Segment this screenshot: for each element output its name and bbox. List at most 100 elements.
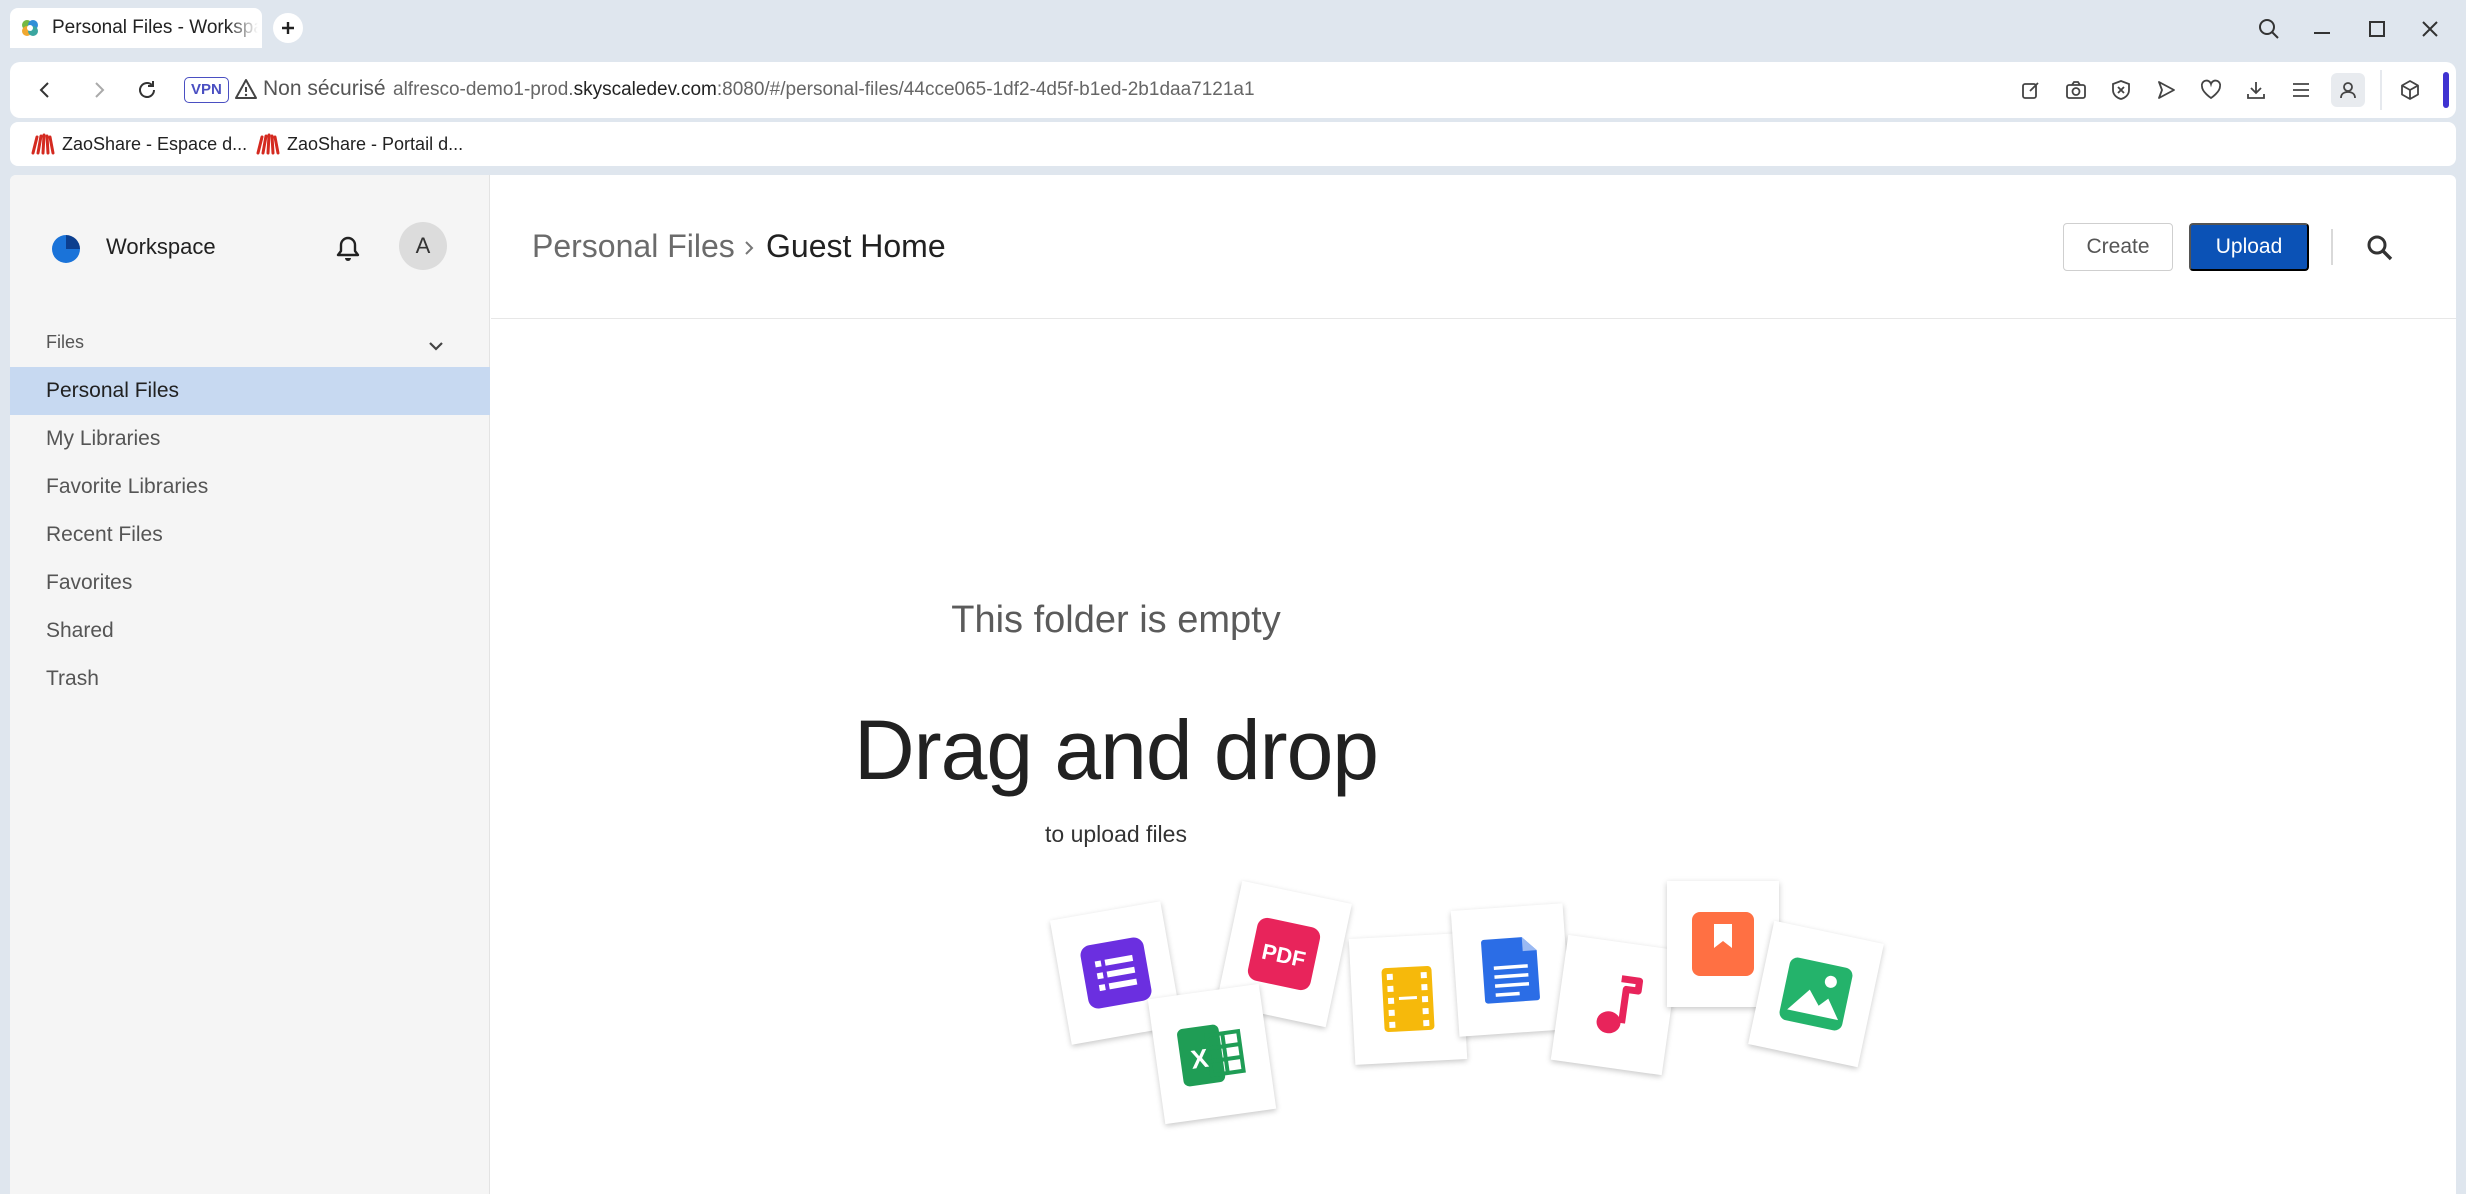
download-icon <box>2247 82 2265 99</box>
bookmark-item[interactable]: ZaoShare - Espace d... <box>30 131 247 157</box>
cube-icon <box>2401 80 2419 100</box>
camera-icon <box>2066 81 2086 99</box>
sidebar-item-label: Favorite Libraries <box>46 475 209 498</box>
sidebar-toggle-accent[interactable] <box>2443 72 2449 108</box>
favorite-button[interactable] <box>2197 76 2225 104</box>
file-card-document <box>1450 903 1572 1037</box>
notifications-button[interactable] <box>330 231 366 267</box>
url-domain: skyscaledev.com <box>573 79 717 100</box>
upload-button[interactable]: Upload <box>2189 223 2309 271</box>
warning-icon[interactable] <box>234 77 258 101</box>
maximize-button[interactable] <box>2360 12 2394 46</box>
new-tab-button[interactable] <box>273 13 303 43</box>
sidebar-item-favorite-libraries[interactable]: Favorite Libraries <box>10 463 490 511</box>
sidebar-item-my-libraries[interactable]: My Libraries <box>10 415 490 463</box>
maximize-icon <box>2369 21 2385 37</box>
send-icon <box>2158 81 2175 99</box>
edit-page-button[interactable] <box>2017 76 2045 104</box>
content-header: Personal Files Guest Home Create Upload <box>491 175 2456 319</box>
heart-icon <box>2200 79 2222 100</box>
plus-icon <box>282 22 294 34</box>
search-icon <box>2259 19 2279 39</box>
file-card-music <box>1550 934 1680 1076</box>
files-collapse-toggle[interactable] <box>422 332 450 360</box>
not-secure-label[interactable]: Non sécurisé <box>263 77 386 101</box>
spreadsheet-icon: X <box>1177 1024 1246 1087</box>
file-card-video <box>1348 933 1468 1065</box>
sidebar-item-label: Favorites <box>46 571 133 594</box>
empty-state-title: This folder is empty <box>951 599 1281 641</box>
downloads-button[interactable] <box>2242 76 2270 104</box>
bookmark-item[interactable]: ZaoShare - Portail d... <box>255 131 463 157</box>
url-field[interactable]: alfresco-demo1-prod.skyscaledev.com:8080… <box>393 79 1255 101</box>
back-button[interactable] <box>28 73 62 107</box>
brand-name: Workspace <box>106 234 216 259</box>
sidebar-item-recent-files[interactable]: Recent Files <box>10 511 490 559</box>
header-divider <box>2331 229 2333 265</box>
reload-icon <box>139 81 155 98</box>
user-avatar[interactable]: A <box>399 222 447 270</box>
music-icon <box>1596 975 1644 1034</box>
sidebar-item-label: My Libraries <box>46 427 161 450</box>
pdf-icon: PDF <box>1247 917 1321 991</box>
file-card-spreadsheet: X <box>1147 983 1277 1125</box>
sidebar-item-favorites[interactable]: Favorites <box>10 559 490 607</box>
zaoshare-logo-icon <box>256 133 280 155</box>
address-bar-divider <box>2380 70 2382 110</box>
chevron-down-icon <box>429 342 443 351</box>
video-icon <box>1381 965 1435 1033</box>
close-icon <box>2422 21 2438 37</box>
browser-search-button[interactable] <box>2252 12 2286 46</box>
send-button[interactable] <box>2152 76 2180 104</box>
shield-icon <box>2112 80 2130 100</box>
drag-drop-subtitle: to upload files <box>1045 821 1187 847</box>
sidebar-item-shared[interactable]: Shared <box>10 607 490 655</box>
arrow-left-icon <box>39 82 49 98</box>
app-page: Workspace A Files Personal Files My Libr… <box>10 175 2456 1194</box>
adblock-button[interactable] <box>2107 76 2135 104</box>
sidebar-item-label: Recent Files <box>46 523 163 546</box>
sidebar-item-personal-files[interactable]: Personal Files <box>10 367 490 415</box>
ebook-icon <box>1692 912 1754 976</box>
bookmarks-bar: ZaoShare - Espace d... ZaoShare - Portai… <box>10 122 2456 166</box>
extensions-button[interactable] <box>2396 76 2424 104</box>
image-icon <box>1779 957 1853 1031</box>
drag-drop-headline: Drag and drop <box>853 703 1379 797</box>
user-icon <box>2340 82 2356 99</box>
breadcrumb-root[interactable]: Personal Files <box>532 228 735 265</box>
files-nav: Personal Files My Libraries Favorite Lib… <box>10 367 490 703</box>
sidebar-item-trash[interactable]: Trash <box>10 655 490 703</box>
minimize-button[interactable] <box>2305 12 2339 46</box>
profile-button[interactable] <box>2331 73 2365 107</box>
screenshot-button[interactable] <box>2062 76 2090 104</box>
zaoshare-logo-icon <box>31 133 55 155</box>
search-icon <box>2367 235 2393 261</box>
close-window-button[interactable] <box>2413 12 2447 46</box>
forward-button[interactable] <box>82 73 116 107</box>
bookmark-label: ZaoShare - Espace d... <box>62 133 248 154</box>
browser-tab-title: Personal Files - Workspace <box>52 17 258 38</box>
create-button[interactable]: Create <box>2063 223 2173 271</box>
list-document-icon <box>1080 937 1152 1009</box>
arrow-right-icon <box>95 82 105 98</box>
minimize-icon <box>2314 32 2330 34</box>
vpn-badge[interactable]: VPN <box>184 77 229 103</box>
edit-icon <box>2022 82 2039 99</box>
settings-menu-button[interactable] <box>2287 76 2315 104</box>
reload-button[interactable] <box>130 73 164 107</box>
breadcrumb-current: Guest Home <box>766 228 946 264</box>
file-card-image <box>1748 920 1884 1068</box>
browser-tab[interactable]: Personal Files - Workspace <box>10 8 262 48</box>
url-suffix: :8080/#/personal-files/44cce065-1df2-4d5… <box>716 79 1255 100</box>
text-document-icon <box>1481 937 1540 1004</box>
sidebar-item-label: Trash <box>46 667 99 690</box>
sidebar-item-label: Shared <box>46 619 114 642</box>
menu-icon <box>2293 83 2309 97</box>
files-section-label: Files <box>46 332 85 352</box>
sidebar-item-label: Personal Files <box>46 379 180 402</box>
sidebar: Workspace A Files Personal Files My Libr… <box>10 175 490 1194</box>
browser-tab-bar: Personal Files - Workspace <box>0 0 2466 58</box>
chevron-right-icon <box>745 241 754 255</box>
main-content: Personal Files Guest Home Create Upload … <box>491 175 2456 1194</box>
search-button[interactable] <box>2361 229 2399 267</box>
